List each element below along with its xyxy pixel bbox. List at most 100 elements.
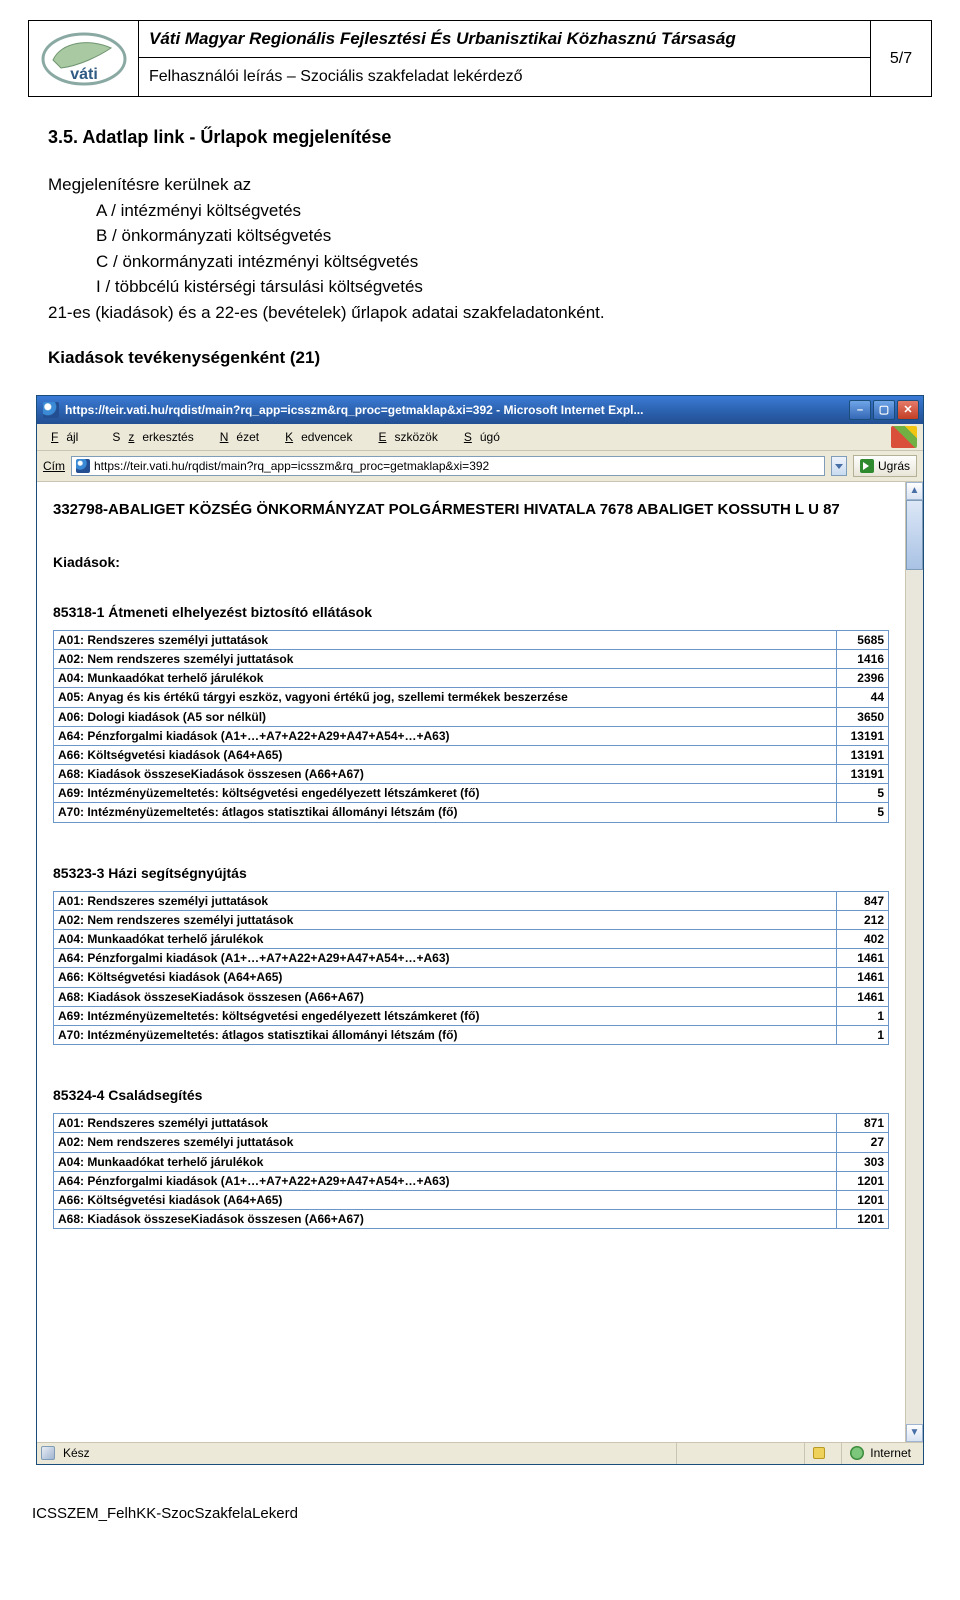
- vati-logo: váti: [39, 30, 129, 88]
- table-row: A64: Pénzforgalmi kiadások (A1+…+A7+A22+…: [54, 1171, 889, 1190]
- table-row: A64: Pénzforgalmi kiadások (A1+…+A7+A22+…: [54, 726, 889, 745]
- row-label: A01: Rendszeres személyi juttatások: [54, 891, 837, 910]
- menu-file[interactable]: Fájl: [43, 428, 94, 446]
- row-value: 303: [837, 1152, 889, 1171]
- row-value: 13191: [837, 765, 889, 784]
- address-input[interactable]: https://teir.vati.hu/rqdist/main?rq_app=…: [71, 456, 825, 476]
- table-row: A01: Rendszeres személyi juttatások5685: [54, 630, 889, 649]
- row-value: 1201: [837, 1171, 889, 1190]
- row-label: A02: Nem rendszeres személyi juttatások: [54, 910, 837, 929]
- address-label: Cím: [43, 459, 65, 473]
- row-label: A66: Költségvetési kiadások (A64+A65): [54, 1190, 837, 1209]
- ie-titlebar: https://teir.vati.hu/rqdist/main?rq_app=…: [37, 396, 923, 424]
- block-title: 85318-1 Átmeneti elhelyezést biztosító e…: [53, 604, 889, 620]
- row-value: 1461: [837, 968, 889, 987]
- table-row: A68: Kiadások összeseKiadások összesen (…: [54, 1210, 889, 1229]
- close-button[interactable]: ✕: [897, 400, 919, 420]
- table-row: A01: Rendszeres személyi juttatások847: [54, 891, 889, 910]
- doc-subtitle: Felhasználói leírás – Szociális szakfela…: [139, 58, 870, 96]
- table-row: A66: Költségvetési kiadások (A64+A65)120…: [54, 1190, 889, 1209]
- scroll-track[interactable]: [906, 500, 923, 1424]
- table-row: A02: Nem rendszeres személyi juttatások2…: [54, 1133, 889, 1152]
- scroll-up-button[interactable]: ▲: [906, 482, 923, 500]
- row-label: A70: Intézményüzemeltetés: átlagos stati…: [54, 803, 837, 822]
- tail-text: 21-es (kiadások) és a 22-es (bevételek) …: [48, 300, 912, 326]
- row-label: A01: Rendszeres személyi juttatások: [54, 630, 837, 649]
- title-cell: Váti Magyar Regionális Fejlesztési És Ur…: [139, 21, 871, 96]
- menu-tools[interactable]: Eszközök: [370, 428, 453, 446]
- row-label: A66: Költségvetési kiadások (A64+A65): [54, 968, 837, 987]
- block-title: 85324-4 Családsegítés: [53, 1087, 889, 1103]
- window-title: https://teir.vati.hu/rqdist/main?rq_app=…: [65, 403, 843, 417]
- section-title: 3.5. Adatlap link - Űrlapok megjelenítés…: [48, 127, 932, 148]
- table-row: A02: Nem rendszeres személyi juttatások2…: [54, 910, 889, 929]
- page-heading: 332798-ABALIGET KÖZSÉG ÖNKORMÁNYZAT POLG…: [53, 500, 889, 520]
- table-row: A01: Rendszeres személyi juttatások871: [54, 1114, 889, 1133]
- row-value: 1: [837, 1025, 889, 1044]
- lock-icon: [813, 1447, 825, 1459]
- scroll-thumb[interactable]: [906, 500, 923, 570]
- go-button[interactable]: Ugrás: [853, 455, 917, 477]
- address-dropdown[interactable]: [831, 456, 847, 476]
- row-value: 13191: [837, 726, 889, 745]
- minimize-button[interactable]: –: [849, 400, 871, 420]
- row-label: A69: Intézményüzemeltetés: költségvetési…: [54, 1006, 837, 1025]
- table-row: A04: Munkaadókat terhelő járulékok303: [54, 1152, 889, 1171]
- row-label: A05: Anyag és kis értékű tárgyi eszköz, …: [54, 688, 837, 707]
- page-icon: [76, 459, 90, 473]
- row-value: 1201: [837, 1210, 889, 1229]
- table-row: A66: Költségvetési kiadások (A64+A65)146…: [54, 968, 889, 987]
- logo-cell: váti: [29, 21, 139, 96]
- block-title: 85323-3 Házi segítségnyújtás: [53, 865, 889, 881]
- vertical-scrollbar[interactable]: ▲ ▼: [905, 482, 923, 1442]
- row-value: 1461: [837, 987, 889, 1006]
- table-row: A68: Kiadások összeseKiadások összesen (…: [54, 987, 889, 1006]
- menu-favorites[interactable]: Kedvencek: [277, 428, 368, 446]
- row-value: 1: [837, 1006, 889, 1025]
- lead-text: Megjelenítésre kerülnek az: [48, 172, 912, 198]
- row-label: A04: Munkaadókat terhelő járulékok: [54, 669, 837, 688]
- list-item: A / intézményi költségvetés: [96, 198, 912, 224]
- go-arrow-icon: [860, 459, 874, 473]
- row-value: 1416: [837, 649, 889, 668]
- row-value: 5: [837, 784, 889, 803]
- maximize-button[interactable]: ▢: [873, 400, 895, 420]
- row-value: 847: [837, 891, 889, 910]
- row-label: A02: Nem rendszeres személyi juttatások: [54, 649, 837, 668]
- data-block: 85323-3 Házi segítségnyújtás A01: Rendsze…: [53, 865, 889, 1046]
- status-panel-empty: [676, 1443, 796, 1464]
- table-row: A64: Pénzforgalmi kiadások (A1+…+A7+A22+…: [54, 949, 889, 968]
- row-value: 27: [837, 1133, 889, 1152]
- ie-window: https://teir.vati.hu/rqdist/main?rq_app=…: [36, 395, 924, 1465]
- table-row: A70: Intézményüzemeltetés: átlagos stati…: [54, 803, 889, 822]
- ie-addressbar: Cím https://teir.vati.hu/rqdist/main?rq_…: [37, 451, 923, 482]
- ie-statusbar: Kész Internet: [37, 1442, 923, 1464]
- list-item: B / önkormányzati költségvetés: [96, 223, 912, 249]
- data-block: 85324-4 Családsegítés A01: Rendszeres sze…: [53, 1087, 889, 1229]
- row-label: A04: Munkaadókat terhelő járulékok: [54, 930, 837, 949]
- document-header: váti Váti Magyar Regionális Fejlesztési …: [28, 20, 932, 97]
- svg-text:váti: váti: [70, 66, 98, 83]
- status-page-icon: [41, 1446, 55, 1460]
- table-row: A06: Dologi kiadások (A5 sor nélkül)3650: [54, 707, 889, 726]
- menu-view[interactable]: Nézet: [212, 428, 275, 446]
- status-panel-zone: Internet: [841, 1443, 919, 1464]
- menu-edit[interactable]: Szerkesztés: [96, 428, 209, 446]
- org-name: Váti Magyar Regionális Fejlesztési És Ur…: [139, 21, 870, 58]
- row-label: A01: Rendszeres személyi juttatások: [54, 1114, 837, 1133]
- row-label: A04: Munkaadókat terhelő járulékok: [54, 1152, 837, 1171]
- row-value: 44: [837, 688, 889, 707]
- data-table: A01: Rendszeres személyi juttatások5685A…: [53, 630, 889, 823]
- table-row: A70: Intézményüzemeltetés: átlagos stati…: [54, 1025, 889, 1044]
- status-ready: Kész: [63, 1446, 90, 1460]
- menu-help[interactable]: Súgó: [456, 428, 516, 446]
- row-label: A68: Kiadások összeseKiadások összesen (…: [54, 1210, 837, 1229]
- row-value: 13191: [837, 745, 889, 764]
- row-value: 5685: [837, 630, 889, 649]
- scroll-down-button[interactable]: ▼: [906, 1424, 923, 1442]
- data-table: A01: Rendszeres személyi juttatások871A0…: [53, 1113, 889, 1229]
- data-block: 85318-1 Átmeneti elhelyezést biztosító e…: [53, 604, 889, 823]
- table-row: A68: Kiadások összeseKiadások összesen (…: [54, 765, 889, 784]
- ie-menubar: Fájl Szerkesztés Nézet Kedvencek Eszközö…: [37, 424, 923, 451]
- kiad-heading: Kiadások tevékenységenként (21): [48, 345, 912, 371]
